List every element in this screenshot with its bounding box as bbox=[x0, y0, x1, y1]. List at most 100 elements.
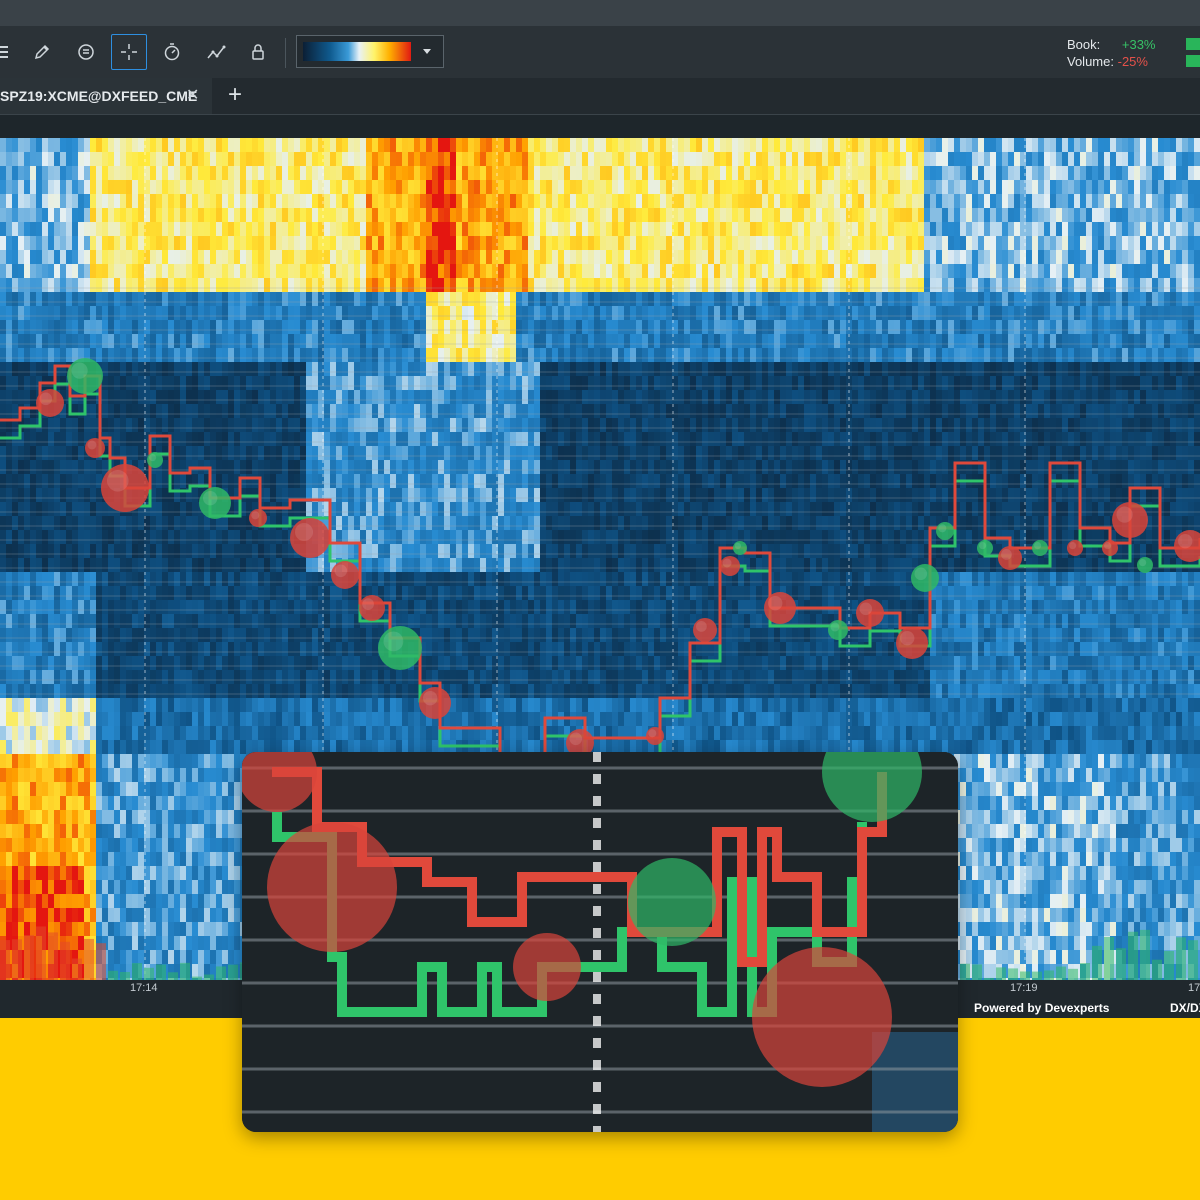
bubble-highlight bbox=[203, 491, 218, 506]
volume-bar bbox=[144, 967, 154, 980]
volume-bar bbox=[108, 970, 118, 980]
bubble-highlight bbox=[71, 362, 88, 379]
bubble-highlight bbox=[859, 602, 873, 616]
book-label: Book: bbox=[1067, 37, 1101, 52]
zoomed-chart-inset bbox=[242, 752, 958, 1132]
comment-icon[interactable] bbox=[68, 34, 104, 70]
book-value: +33% bbox=[1121, 37, 1156, 52]
menu-icon[interactable] bbox=[0, 34, 20, 70]
volume-bar bbox=[1104, 936, 1114, 980]
bubble-highlight bbox=[334, 564, 348, 578]
volume-bar bbox=[132, 963, 142, 980]
close-icon[interactable]: ✕ bbox=[186, 78, 199, 114]
volume-bar bbox=[36, 926, 46, 980]
bubble-highlight bbox=[251, 511, 260, 520]
bubble-highlight bbox=[830, 622, 840, 632]
bubble-highlight bbox=[722, 558, 732, 568]
volume-bar bbox=[1068, 968, 1078, 980]
volume-bar bbox=[1020, 971, 1030, 980]
volume-bar bbox=[72, 958, 82, 980]
volume-bar bbox=[1176, 937, 1186, 980]
time-tick-1714: 17:14 bbox=[130, 982, 158, 994]
volume-bar bbox=[60, 941, 70, 980]
volume-bar bbox=[1140, 929, 1150, 980]
stopwatch-icon[interactable] bbox=[154, 34, 190, 70]
volume-indicator-bar bbox=[1186, 55, 1200, 67]
volume-bar bbox=[24, 934, 34, 980]
volume-bar bbox=[972, 964, 982, 980]
volume-bar bbox=[960, 963, 970, 980]
bubble-highlight bbox=[1178, 534, 1193, 549]
volume-bar bbox=[1056, 966, 1066, 980]
chevron-down-icon bbox=[423, 49, 431, 54]
toolbar-divider bbox=[285, 38, 286, 68]
stats-indicator-bars bbox=[1186, 38, 1200, 72]
bubble-highlight bbox=[1116, 506, 1133, 523]
tab-instrument[interactable]: SPZ19:XCME@DXFEED_CME ✕ bbox=[0, 78, 212, 114]
window-top-bar bbox=[0, 0, 1200, 26]
add-tab-button[interactable]: + bbox=[220, 80, 250, 110]
volume-bar bbox=[156, 964, 166, 980]
bubble-highlight bbox=[900, 631, 915, 646]
indicator-icon[interactable] bbox=[198, 34, 234, 70]
volume-bar bbox=[1092, 945, 1102, 980]
volume-bar bbox=[1032, 971, 1042, 980]
bubble-highlight bbox=[914, 567, 928, 581]
bubble-highlight bbox=[768, 596, 783, 611]
volume-bar bbox=[1164, 951, 1174, 980]
bubble-highlight bbox=[362, 598, 374, 610]
book-volume-stats: Book: +33% Volume: -25% bbox=[1067, 36, 1156, 70]
volume-bar bbox=[216, 966, 226, 980]
inset-trade-bubble bbox=[513, 933, 581, 1001]
volume-bar bbox=[1152, 959, 1162, 980]
bubble-highlight bbox=[1139, 559, 1147, 567]
chart-header-gap bbox=[0, 115, 1200, 138]
chart-toolbar bbox=[0, 26, 1200, 78]
time-tick-1719: 17:19 bbox=[1010, 982, 1038, 994]
crosshair-icon[interactable] bbox=[111, 34, 147, 70]
bubble-highlight bbox=[383, 631, 404, 652]
bubble-highlight bbox=[295, 523, 313, 541]
bubble-highlight bbox=[648, 729, 657, 738]
volume-bar bbox=[180, 962, 190, 980]
bubble-highlight bbox=[734, 542, 742, 550]
volume-bar bbox=[1008, 968, 1018, 980]
volume-bar bbox=[1188, 940, 1198, 980]
powered-by-label: Powered by Devexperts bbox=[974, 1001, 1110, 1015]
volume-bar bbox=[1128, 931, 1138, 980]
volume-bar bbox=[228, 964, 238, 980]
bubble-highlight bbox=[1069, 542, 1077, 550]
bubble-highlight bbox=[87, 440, 97, 450]
bubble-highlight bbox=[979, 542, 987, 550]
tab-bar: SPZ19:XCME@DXFEED_CME ✕ + bbox=[0, 78, 1200, 115]
volume-bar bbox=[48, 932, 58, 980]
volume-label: Volume: bbox=[1067, 54, 1114, 69]
heatmap-palette-dropdown[interactable] bbox=[296, 35, 444, 68]
inset-trade-bubble bbox=[628, 858, 716, 946]
volume-bar bbox=[1116, 948, 1126, 980]
bubble-highlight bbox=[1001, 549, 1012, 560]
book-indicator-bar bbox=[1186, 38, 1200, 50]
palette-gradient-swatch bbox=[303, 42, 411, 61]
bubble-highlight bbox=[938, 524, 947, 533]
lock-icon[interactable] bbox=[240, 34, 276, 70]
tab-label: SPZ19:XCME@DXFEED_CME bbox=[0, 88, 198, 104]
volume-bar bbox=[996, 967, 1006, 980]
bubble-highlight bbox=[423, 691, 438, 706]
bubble-highlight bbox=[1034, 542, 1042, 550]
inset-trade-bubble bbox=[752, 947, 892, 1087]
volume-bar bbox=[1044, 970, 1054, 980]
time-tick-17: 17 bbox=[1188, 982, 1200, 994]
volume-value: -25% bbox=[1117, 54, 1148, 69]
pencil-icon[interactable] bbox=[24, 34, 60, 70]
volume-bar bbox=[12, 939, 22, 980]
bubble-highlight bbox=[149, 454, 157, 462]
volume-bar bbox=[96, 943, 106, 980]
bubble-highlight bbox=[696, 621, 707, 632]
bubble-highlight bbox=[39, 392, 53, 406]
volume-bar bbox=[120, 971, 130, 980]
volume-bar bbox=[84, 938, 94, 980]
volume-bar bbox=[0, 940, 10, 980]
bubble-highlight bbox=[107, 470, 129, 492]
bubble-highlight bbox=[569, 732, 583, 746]
